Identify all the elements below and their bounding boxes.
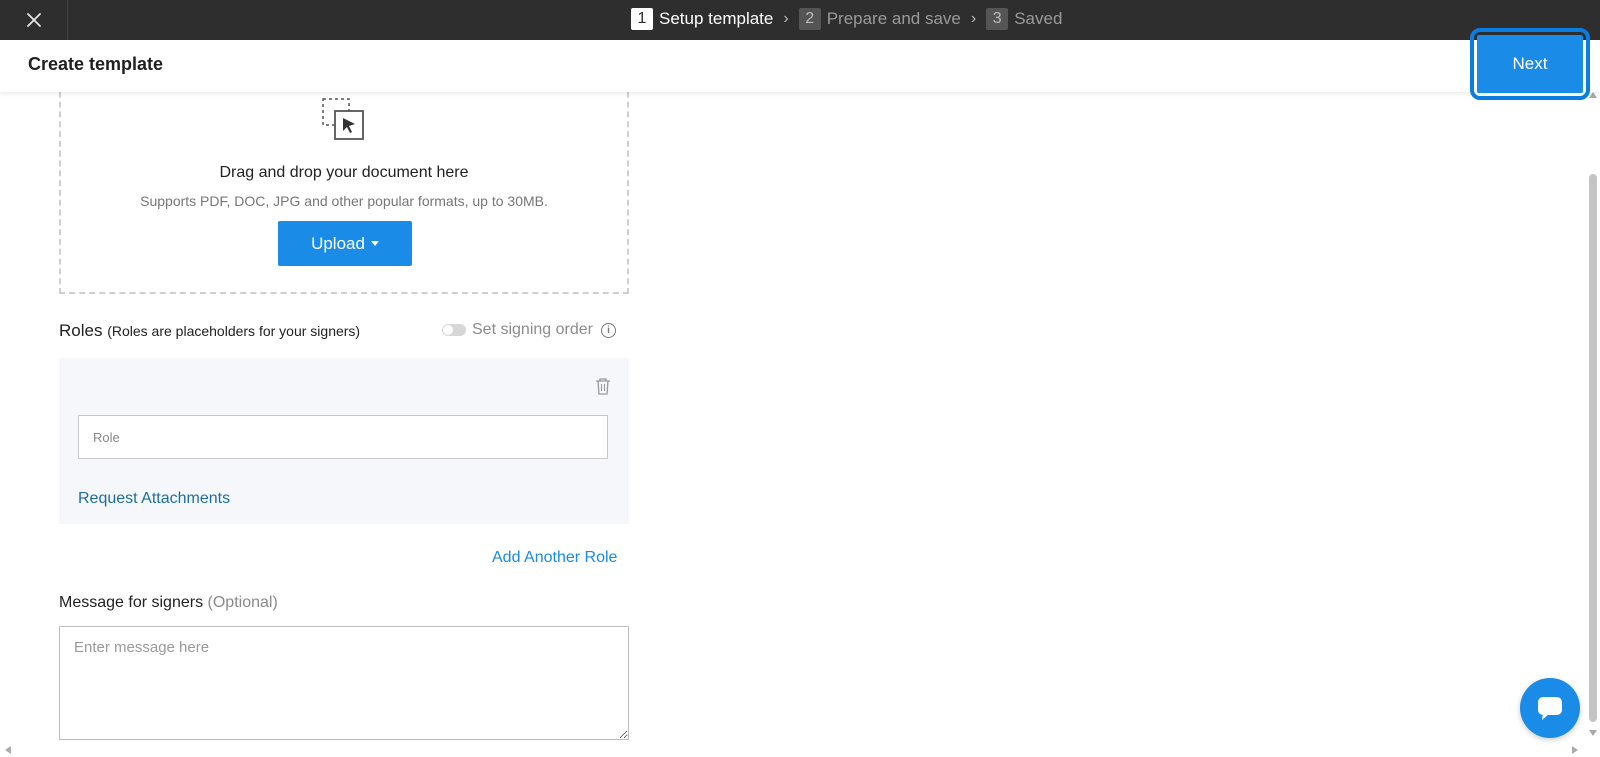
step-number: 2 <box>798 8 821 30</box>
upload-dropzone[interactable]: Drag and drop your document here Support… <box>59 82 629 294</box>
top-bar: 1 Setup template › 2 Prepare and save › … <box>0 0 1600 40</box>
next-button[interactable]: Next <box>1477 35 1583 93</box>
dropzone-subtitle: Supports PDF, DOC, JPG and other popular… <box>140 193 548 209</box>
scroll-down-icon[interactable] <box>1589 730 1597 736</box>
chat-icon <box>1538 697 1562 720</box>
roles-heading: Roles (Roles are placeholders for your s… <box>59 321 360 341</box>
caret-down-icon <box>370 241 379 246</box>
drag-drop-icon <box>322 98 364 140</box>
page-title: Create template <box>28 54 164 74</box>
page-header: Create template Next <box>0 28 1600 100</box>
step-setup-template: 1 Setup template <box>631 8 773 30</box>
signing-order-label: Set signing order <box>472 321 593 338</box>
step-label: Prepare and save <box>826 9 961 28</box>
close-button[interactable] <box>0 0 68 40</box>
message-label-text: Message for signers <box>59 594 204 611</box>
roles-subtitle: (Roles are placeholders for your signers… <box>107 323 361 339</box>
role-card: Request Attachments <box>59 358 629 524</box>
stepper: 1 Setup template › 2 Prepare and save › … <box>631 8 1062 30</box>
step-label: Setup template <box>659 9 774 28</box>
scrollbar-thumb[interactable] <box>1589 174 1597 722</box>
step-label: Saved <box>1014 9 1063 28</box>
upload-button-label: Upload <box>311 233 365 253</box>
vertical-scrollbar[interactable] <box>1587 92 1600 742</box>
chevron-right-icon: › <box>970 10 977 27</box>
chat-button[interactable] <box>1520 678 1580 738</box>
scroll-up-icon[interactable] <box>1589 92 1597 98</box>
scroll-right-icon[interactable] <box>1572 746 1578 754</box>
request-attachments-link[interactable]: Request Attachments <box>78 490 230 508</box>
trash-icon[interactable] <box>595 377 611 395</box>
add-another-role-link[interactable]: Add Another Role <box>492 549 617 567</box>
step-saved: 3 Saved <box>986 8 1062 30</box>
message-textarea[interactable] <box>59 626 629 740</box>
info-icon[interactable]: i <box>600 322 616 338</box>
message-label: Message for signers (Optional) <box>59 594 278 612</box>
close-icon <box>26 13 41 27</box>
step-prepare-and-save: 2 Prepare and save <box>798 8 961 30</box>
chevron-right-icon: › <box>783 10 789 27</box>
role-input[interactable] <box>78 415 608 459</box>
roles-title: Roles <box>59 321 103 340</box>
step-number: 1 <box>631 8 653 30</box>
scroll-left-icon[interactable] <box>5 746 11 754</box>
signing-order-control: Set signing order i <box>442 321 616 339</box>
signing-order-toggle[interactable] <box>442 324 466 336</box>
step-number: 3 <box>986 8 1009 30</box>
main-content: Drag and drop your document here Support… <box>0 82 1590 752</box>
optional-label: (Optional) <box>207 594 278 611</box>
upload-button[interactable]: Upload <box>278 221 412 266</box>
dropzone-title: Drag and drop your document here <box>219 164 469 181</box>
